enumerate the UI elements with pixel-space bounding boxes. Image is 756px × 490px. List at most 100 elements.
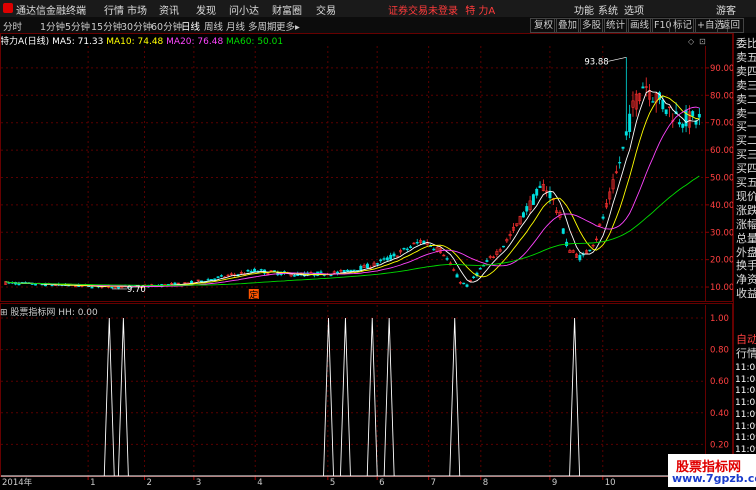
indicator-panel-frame [0, 303, 733, 477]
candle-body [415, 241, 419, 244]
candle-body [34, 284, 37, 286]
candle-body [392, 253, 396, 257]
ma5-line [5, 90, 700, 288]
site-watermark: 股票指标网 www.7gpzb.com [668, 454, 756, 487]
candlesticks [4, 57, 701, 290]
low-value-label: 9.70 [127, 285, 146, 295]
quote-label-item: 委比 [736, 37, 756, 50]
candle-body [382, 258, 386, 260]
candle-body [531, 194, 535, 205]
quote-label-item: 卖一 [736, 106, 756, 120]
chart-settings-icon: ◇ [688, 37, 695, 46]
price-panel-frame [0, 33, 733, 302]
price-tick-label: 90.00 [710, 64, 734, 74]
candle-body [561, 228, 565, 234]
kline-chart[interactable]: 90.00 80.00 70.00 60.00 50.00 40.00 30.00 20.00… [0, 0, 756, 487]
indicator-tick-label: 1.00 [710, 314, 729, 324]
candle-body [352, 269, 356, 272]
indicator-collapse-icon[interactable]: ⊞ [0, 308, 8, 318]
candle-body [253, 268, 257, 273]
candle-body [50, 284, 54, 287]
quote-label-item: 涨幅 [736, 217, 756, 231]
price-tick-label: 20.00 [710, 256, 734, 266]
tick-time-item: 11:09 [735, 409, 756, 420]
auto-label[interactable]: 自动 [736, 333, 756, 346]
price-tick-label: 10.00 [710, 283, 734, 293]
chart-expand-icon: ⊡ [699, 37, 706, 46]
x-axis-year-label: 2014年 [2, 477, 33, 487]
indicator-title: ⊞ 股票指标网 HH: 0.00 [0, 305, 98, 318]
candle-body [329, 274, 333, 277]
candle-body [691, 111, 695, 117]
candle-body [618, 161, 622, 164]
x-axis-month-label: 9 [552, 478, 557, 487]
high-value-label: 93.88 [584, 57, 608, 67]
price-tick-label: 60.00 [710, 146, 734, 156]
quote-label-item: 换手 [736, 259, 756, 273]
indicator-tick-label: 0.20 [710, 440, 729, 450]
candle-body [213, 278, 217, 281]
candle-body [521, 212, 525, 218]
x-axis-month-label: 6 [379, 478, 384, 487]
candle-body [110, 286, 114, 289]
indicator-title-text: 股票指标网 HH: 0.00 [10, 308, 98, 318]
quote-label-item: 买三 [736, 148, 756, 162]
tick-time-item: 11:08 [735, 363, 756, 373]
candle-body [259, 269, 263, 271]
candle-body [588, 249, 592, 252]
candle-body [664, 109, 668, 115]
candle-body [190, 280, 193, 284]
candle-body [379, 259, 383, 262]
x-axis-month-label: 5 [330, 478, 335, 487]
candle-body [601, 216, 605, 219]
quote-label-item: 涨跌 [736, 203, 756, 217]
candle-body [535, 188, 539, 196]
candle-body [465, 284, 469, 287]
x-axis-month-label: 10 [605, 478, 616, 487]
candle-body [548, 191, 552, 199]
indicator-tick-label: 0.60 [710, 377, 729, 387]
candle-body [681, 123, 685, 128]
tick-time-item: 11:08 [735, 386, 756, 397]
indicator-tick-label: 0.80 [710, 346, 729, 356]
tick-time-item: 11:08 [735, 374, 756, 385]
candle-body [216, 276, 220, 278]
quote-label-item: 买一 [736, 120, 756, 134]
x-axis-month-label: 1 [90, 478, 95, 487]
candle-body [525, 206, 529, 212]
indicator-spike [569, 317, 581, 477]
tick-time-item: 11:09 [735, 421, 756, 432]
candle-body [628, 113, 632, 132]
candle-body [485, 260, 489, 262]
candle-body [336, 271, 340, 274]
candle-body [405, 248, 409, 251]
candle-body [641, 86, 645, 89]
indicator-spike [340, 317, 351, 477]
price-tick-label: 40.00 [710, 201, 734, 211]
tick-time-item: 11:08 [735, 398, 756, 409]
indicator-tick-label: 0.40 [710, 409, 729, 419]
candle-body [455, 274, 459, 278]
indicator-spike [449, 317, 461, 477]
candle-body [292, 275, 296, 277]
watermark-url: www.7gpzb.com [672, 472, 756, 485]
candle-body [445, 258, 449, 260]
x-axis-month-label: 8 [483, 478, 488, 487]
x-axis-month-label: 2 [147, 478, 152, 487]
candle-body [621, 146, 625, 149]
candle-body [472, 276, 476, 278]
quote-label-item: 买四 [736, 162, 756, 176]
candle-body [697, 113, 701, 118]
price-tick-label: 50.00 [710, 173, 734, 183]
indicator-spike [383, 317, 395, 477]
candle-body [206, 279, 210, 281]
quote-side-panel: 委比 卖五 卖四 卖三 卖二 卖一 买一 买二 买三 买四 买五 现价 涨跌 涨幅 总量 外盘 换手 净资 收益 自… [733, 33, 756, 490]
x-axis-month-label: 7 [431, 478, 436, 487]
price-tick-label: 70.00 [710, 119, 734, 129]
candle-body [661, 99, 665, 110]
price-tick-label: 30.00 [710, 228, 734, 238]
candle-body [432, 248, 436, 251]
candle-body [385, 257, 389, 261]
candle-body [249, 270, 253, 273]
price-tick-label: 80.00 [710, 91, 734, 101]
